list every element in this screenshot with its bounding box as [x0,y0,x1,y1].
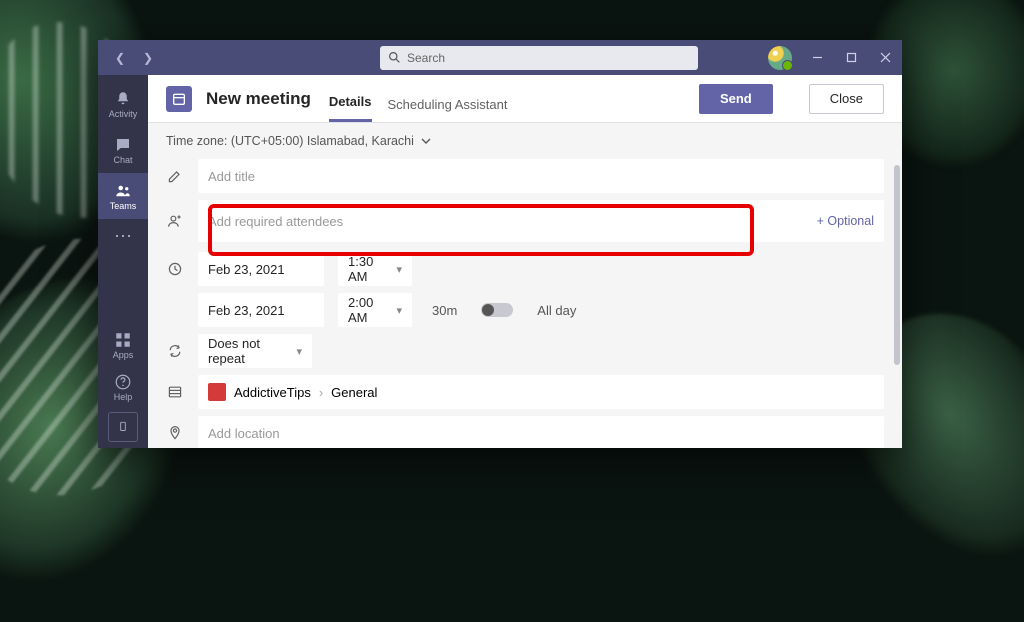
start-date-value: Feb 23, 2021 [208,262,285,277]
clock-icon [166,261,184,277]
content-area: New meeting Details Scheduling Assistant… [148,75,902,448]
tab-scheduling-assistant[interactable]: Scheduling Assistant [388,97,508,122]
channel-icon [166,384,184,400]
pencil-icon [166,168,184,184]
repeat-icon [166,343,184,359]
app-window: ❮ ❯ Search Activity Chat [98,40,902,448]
attendees-input[interactable]: Add required attendees + Optional [198,200,884,242]
location-placeholder: Add location [208,426,280,441]
search-input[interactable]: Search [380,46,698,70]
all-day-label: All day [537,303,576,318]
title-placeholder: Add title [208,169,255,184]
attendees-placeholder: Add required attendees [208,214,343,229]
search-icon [388,51,401,64]
teams-icon [114,182,132,200]
chevron-down-icon [420,135,432,147]
close-window-button[interactable] [868,40,902,75]
end-time-value: 2:00 AM [348,295,390,325]
timezone-selector[interactable]: Time zone: (UTC+05:00) Islamabad, Karach… [148,123,902,159]
chevron-down-icon: ▾ [396,304,402,317]
minimize-button[interactable] [800,40,834,75]
calendar-icon [166,86,192,112]
timezone-label: Time zone: (UTC+05:00) Islamabad, Karach… [166,134,414,148]
rail-apps[interactable]: Apps [98,324,148,366]
device-icon [116,420,130,434]
rail-label: Apps [113,350,134,360]
titlebar: ❮ ❯ Search [98,40,902,75]
rail-label: Chat [113,155,132,165]
apps-icon [114,331,132,349]
end-time-input[interactable]: 2:00 AM ▾ [338,293,412,327]
people-icon [166,213,184,229]
back-button[interactable]: ❮ [108,46,132,70]
rail-label: Help [114,392,133,402]
forward-button[interactable]: ❯ [136,46,160,70]
channel-team: AddictiveTips [234,385,311,400]
start-time-value: 1:30 AM [348,254,390,284]
rail-more[interactable]: ⋯ [98,219,148,253]
all-day-toggle[interactable] [481,303,513,317]
chat-icon [114,136,132,154]
channel-name: General [331,385,377,400]
end-date-value: Feb 23, 2021 [208,303,285,318]
tab-details[interactable]: Details [329,94,372,122]
close-button[interactable]: Close [809,84,884,114]
bell-icon [114,90,132,108]
location-icon [166,425,184,441]
rail-teams[interactable]: Teams [98,173,148,219]
scrollbar-thumb[interactable] [894,165,900,365]
start-date-input[interactable]: Feb 23, 2021 [198,252,324,286]
optional-link[interactable]: + Optional [817,214,874,228]
breadcrumb-separator: › [319,385,323,400]
rail-help[interactable]: Help [98,366,148,408]
page-title: New meeting [206,89,311,109]
end-date-input[interactable]: Feb 23, 2021 [198,293,324,327]
scrollbar[interactable] [894,165,900,425]
duration-label: 30m [432,303,457,318]
maximize-button[interactable] [834,40,868,75]
page-header: New meeting Details Scheduling Assistant… [148,75,902,123]
rail-label: Activity [109,109,138,119]
rail-label: Teams [110,201,137,211]
title-input[interactable]: Add title [198,159,884,193]
start-time-input[interactable]: 1:30 AM ▾ [338,252,412,286]
avatar[interactable] [768,46,792,70]
location-input[interactable]: Add location [198,416,884,448]
app-rail: Activity Chat Teams ⋯ Apps Help [98,75,148,448]
rail-activity[interactable]: Activity [98,81,148,127]
chevron-down-icon: ▾ [296,345,302,358]
rail-download[interactable] [108,412,138,442]
chevron-down-icon: ▾ [396,263,402,276]
rail-chat[interactable]: Chat [98,127,148,173]
team-badge-icon [208,383,226,401]
help-icon [114,373,132,391]
channel-input[interactable]: AddictiveTips › General [198,375,884,409]
search-placeholder: Search [407,51,445,65]
send-button[interactable]: Send [699,84,773,114]
repeat-select[interactable]: Does not repeat ▾ [198,334,312,368]
repeat-value: Does not repeat [208,336,290,366]
